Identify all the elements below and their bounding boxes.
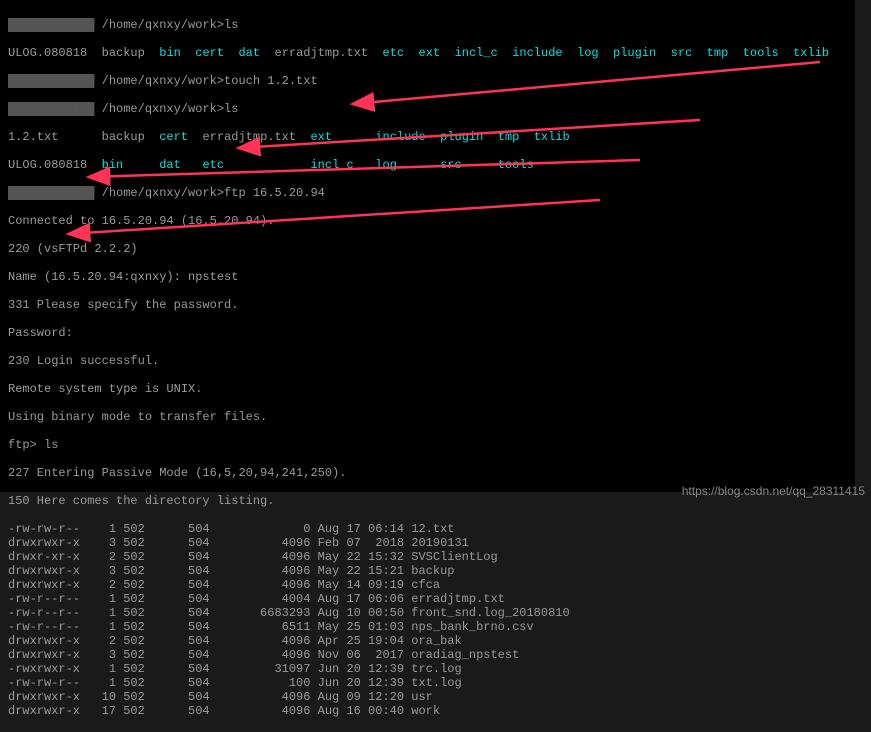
listing-row: drwxrwxr-x 3 502 504 4096 May 22 15:21 b… [8,564,847,578]
ftp-file-listing: -rw-rw-r-- 1 502 504 0 Aug 17 06:14 12.t… [8,522,847,718]
prompt-line-1: ████████████ /home/qxnxy/work>ls [8,18,847,32]
listing-row: drwxr-xr-x 2 502 504 4096 May 22 15:32 S… [8,550,847,564]
listing-row: -rw-r--r-- 1 502 504 6511 May 25 01:03 n… [8,620,847,634]
terminal-window[interactable]: ████████████ /home/qxnxy/work>ls ULOG.08… [0,0,855,492]
watermark: https://blog.csdn.net/qq_28311415 [682,484,865,498]
ftp-remote-type: Remote system type is UNIX. [8,382,847,396]
prompt-line-4: ████████████ /home/qxnxy/work>ftp 16.5.2… [8,186,847,200]
listing-row: drwxrwxr-x 2 502 504 4096 Apr 25 19:04 o… [8,634,847,648]
prompt-line-3: ████████████ /home/qxnxy/work>ls [8,102,847,116]
listing-row: -rw-rw-r-- 1 502 504 100 Jun 20 12:39 tx… [8,676,847,690]
listing-row: -rw-r--r-- 1 502 504 4004 Aug 17 06:06 e… [8,592,847,606]
ftp-connected: Connected to 16.5.20.94 (16.5.20.94). [8,214,847,228]
listing-row: drwxrwxr-x 3 502 504 4096 Nov 06 2017 or… [8,648,847,662]
listing-row: drwxrwxr-x 3 502 504 4096 Feb 07 2018 20… [8,536,847,550]
ls-output-2b: ULOG.080818 bin dat etc incl_c log src t… [8,158,847,172]
listing-row: -rw-r--r-- 1 502 504 6683293 Aug 10 00:5… [8,606,847,620]
redacted-user: ████████████ [8,18,94,32]
listing-row: -rwxrwxr-x 1 502 504 31097 Jun 20 12:39 … [8,662,847,676]
prompt-line-2: ████████████ /home/qxnxy/work>touch 1.2.… [8,74,847,88]
listing-row: -rw-rw-r-- 1 502 504 0 Aug 17 06:14 12.t… [8,522,847,536]
ls-output-1: ULOG.080818 backup bin cert dat erradjtm… [8,46,847,60]
ftp-password-prompt: Password: [8,326,847,340]
ls-output-2a: 1.2.txt backup cert erradjtmp.txt ext in… [8,130,847,144]
ftp-pass-specify: 331 Please specify the password. [8,298,847,312]
ftp-passive: 227 Entering Passive Mode (16,5,20,94,24… [8,466,847,480]
ftp-prompt-line[interactable]: ftp> ls [8,438,847,452]
ftp-binary-mode: Using binary mode to transfer files. [8,410,847,424]
ftp-banner: 220 (vsFTPd 2.2.2) [8,242,847,256]
ftp-name-prompt: Name (16.5.20.94:qxnxy): npstest [8,270,847,284]
listing-row: drwxrwxr-x 10 502 504 4096 Aug 09 12:20 … [8,690,847,704]
ftp-login-ok: 230 Login successful. [8,354,847,368]
listing-row: drwxrwxr-x 2 502 504 4096 May 14 09:19 c… [8,578,847,592]
listing-row: drwxrwxr-x 17 502 504 4096 Aug 16 00:40 … [8,704,847,718]
